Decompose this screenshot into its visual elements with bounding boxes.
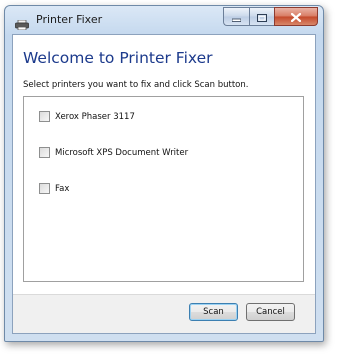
printer-item-xerox[interactable]: Xerox Phaser 3117 — [39, 111, 135, 122]
minimize-button[interactable] — [223, 7, 249, 26]
maximize-icon — [257, 7, 267, 26]
scan-button[interactable]: Scan — [189, 303, 238, 321]
page-title: Welcome to Printer Fixer — [23, 49, 213, 67]
close-icon — [290, 7, 302, 26]
printer-item-fax[interactable]: Fax — [39, 183, 69, 194]
close-button[interactable] — [274, 7, 318, 26]
maximize-button[interactable] — [249, 7, 274, 26]
minimize-icon — [231, 7, 242, 26]
printer-list: Xerox Phaser 3117 Microsoft XPS Document… — [23, 96, 304, 282]
printer-label: Xerox Phaser 3117 — [55, 111, 135, 122]
printer-label: Microsoft XPS Document Writer — [55, 147, 189, 158]
printer-fixer-window: Printer Fixer Welcome to Printer Fixer S… — [4, 5, 324, 342]
printer-checkbox-xps[interactable] — [39, 147, 50, 158]
printer-checkbox-fax[interactable] — [39, 183, 50, 194]
printer-checkbox-xerox[interactable] — [39, 111, 50, 122]
instructions-text: Select printers you want to fix and clic… — [23, 80, 249, 90]
title-bar[interactable]: Printer Fixer — [5, 6, 323, 34]
window-controls — [223, 7, 318, 26]
printer-label: Fax — [55, 183, 70, 194]
window-title: Printer Fixer — [36, 13, 103, 26]
printer-item-xps[interactable]: Microsoft XPS Document Writer — [39, 147, 188, 158]
printer-icon — [15, 15, 29, 31]
button-bar: Scan Cancel — [13, 294, 315, 333]
cancel-button[interactable]: Cancel — [246, 303, 295, 321]
client-area: Welcome to Printer Fixer Select printers… — [12, 34, 316, 334]
